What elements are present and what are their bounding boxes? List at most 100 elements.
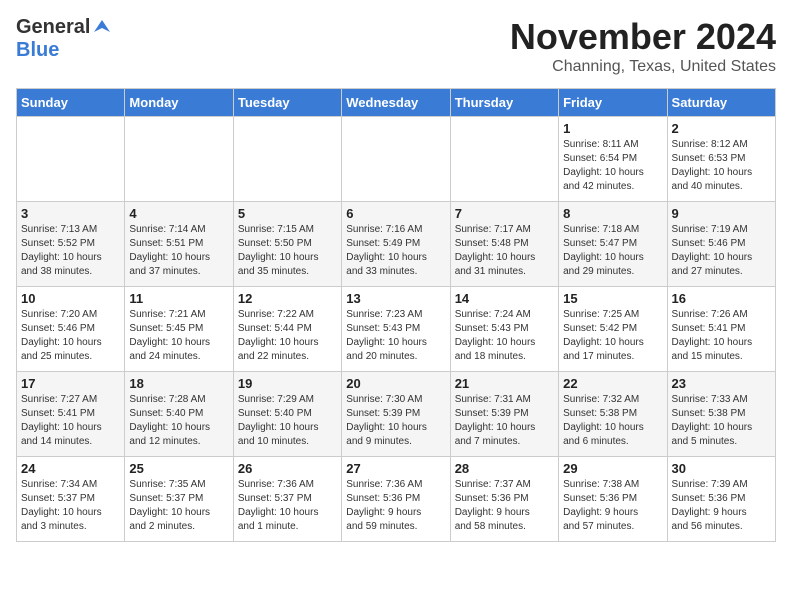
calendar-cell: 22 Sunrise: 7:32 AM Sunset: 5:38 PM Dayli… <box>559 372 667 457</box>
calendar-cell <box>450 117 558 202</box>
day-number: 28 <box>455 461 554 476</box>
calendar-cell: 23Sunrise: 7:33 AM Sunset: 5:38 PM Dayli… <box>667 372 775 457</box>
calendar-cell: 19 Sunrise: 7:29 AM Sunset: 5:40 PM Dayli… <box>233 372 341 457</box>
day-info: Sunrise: 7:18 AM Sunset: 5:47 PM Dayligh… <box>563 223 662 279</box>
calendar-week-row: 24 Sunrise: 7:34 AM Sunset: 5:37 PM Dayli… <box>17 457 776 542</box>
day-number: 16 <box>672 291 771 306</box>
calendar-cell: 21 Sunrise: 7:31 AM Sunset: 5:39 PM Dayli… <box>450 372 558 457</box>
calendar-cell: 18 Sunrise: 7:28 AM Sunset: 5:40 PM Dayli… <box>125 372 233 457</box>
day-info: Sunrise: 7:28 AM Sunset: 5:40 PM Dayligh… <box>129 393 228 449</box>
day-info: Sunrise: 7:36 AM Sunset: 5:36 PM Dayligh… <box>346 478 445 534</box>
weekday-header-friday: Friday <box>559 89 667 117</box>
day-number: 1 <box>563 121 662 136</box>
calendar-cell: 14 Sunrise: 7:24 AM Sunset: 5:43 PM Dayli… <box>450 287 558 372</box>
day-info: Sunrise: 7:23 AM Sunset: 5:43 PM Dayligh… <box>346 308 445 364</box>
day-info: Sunrise: 7:14 AM Sunset: 5:51 PM Dayligh… <box>129 223 228 279</box>
day-info: Sunrise: 7:15 AM Sunset: 5:50 PM Dayligh… <box>238 223 337 279</box>
calendar-cell: 15Sunrise: 7:25 AM Sunset: 5:42 PM Dayli… <box>559 287 667 372</box>
weekday-header-sunday: Sunday <box>17 89 125 117</box>
day-info: Sunrise: 7:34 AM Sunset: 5:37 PM Dayligh… <box>21 478 120 534</box>
day-info: Sunrise: 7:20 AM Sunset: 5:46 PM Dayligh… <box>21 308 120 364</box>
calendar-week-row: 1 Sunrise: 8:11 AM Sunset: 6:54 PM Daylig… <box>17 117 776 202</box>
header: General Blue November 2024 Channing, Tex… <box>16 16 776 76</box>
day-number: 5 <box>238 206 337 221</box>
day-info: Sunrise: 7:26 AM Sunset: 5:41 PM Dayligh… <box>672 308 771 364</box>
location-title: Channing, Texas, United States <box>510 58 776 76</box>
day-info: Sunrise: 7:24 AM Sunset: 5:43 PM Dayligh… <box>455 308 554 364</box>
day-info: Sunrise: 7:27 AM Sunset: 5:41 PM Dayligh… <box>21 393 120 449</box>
calendar-cell: 11Sunrise: 7:21 AM Sunset: 5:45 PM Dayli… <box>125 287 233 372</box>
calendar-cell: 29 Sunrise: 7:38 AM Sunset: 5:36 PM Dayli… <box>559 457 667 542</box>
day-number: 14 <box>455 291 554 306</box>
day-info: Sunrise: 7:33 AM Sunset: 5:38 PM Dayligh… <box>672 393 771 449</box>
day-info: Sunrise: 8:11 AM Sunset: 6:54 PM Dayligh… <box>563 138 662 194</box>
day-number: 8 <box>563 206 662 221</box>
calendar-cell: 2Sunrise: 8:12 AM Sunset: 6:53 PM Daylig… <box>667 117 775 202</box>
day-number: 18 <box>129 376 228 391</box>
calendar-cell: 16 Sunrise: 7:26 AM Sunset: 5:41 PM Dayli… <box>667 287 775 372</box>
day-info: Sunrise: 7:31 AM Sunset: 5:39 PM Dayligh… <box>455 393 554 449</box>
day-number: 3 <box>21 206 120 221</box>
day-number: 27 <box>346 461 445 476</box>
day-number: 10 <box>21 291 120 306</box>
weekday-header-thursday: Thursday <box>450 89 558 117</box>
day-number: 22 <box>563 376 662 391</box>
calendar-cell: 7Sunrise: 7:17 AM Sunset: 5:48 PM Daylig… <box>450 202 558 287</box>
calendar-cell: 25 Sunrise: 7:35 AM Sunset: 5:37 PM Dayli… <box>125 457 233 542</box>
day-info: Sunrise: 7:35 AM Sunset: 5:37 PM Dayligh… <box>129 478 228 534</box>
day-info: Sunrise: 7:16 AM Sunset: 5:49 PM Dayligh… <box>346 223 445 279</box>
calendar-week-row: 17 Sunrise: 7:27 AM Sunset: 5:41 PM Dayli… <box>17 372 776 457</box>
day-number: 19 <box>238 376 337 391</box>
calendar-cell: 30Sunrise: 7:39 AM Sunset: 5:36 PM Dayli… <box>667 457 775 542</box>
day-number: 26 <box>238 461 337 476</box>
day-info: Sunrise: 7:17 AM Sunset: 5:48 PM Dayligh… <box>455 223 554 279</box>
day-number: 13 <box>346 291 445 306</box>
day-number: 24 <box>21 461 120 476</box>
calendar-cell: 5 Sunrise: 7:15 AM Sunset: 5:50 PM Daylig… <box>233 202 341 287</box>
day-number: 4 <box>129 206 228 221</box>
day-info: Sunrise: 7:37 AM Sunset: 5:36 PM Dayligh… <box>455 478 554 534</box>
day-info: Sunrise: 7:29 AM Sunset: 5:40 PM Dayligh… <box>238 393 337 449</box>
day-info: Sunrise: 7:36 AM Sunset: 5:37 PM Dayligh… <box>238 478 337 534</box>
calendar-cell: 12Sunrise: 7:22 AM Sunset: 5:44 PM Dayli… <box>233 287 341 372</box>
day-number: 9 <box>672 206 771 221</box>
weekday-header-saturday: Saturday <box>667 89 775 117</box>
calendar-cell: 4 Sunrise: 7:14 AM Sunset: 5:51 PM Daylig… <box>125 202 233 287</box>
calendar-cell: 1 Sunrise: 8:11 AM Sunset: 6:54 PM Daylig… <box>559 117 667 202</box>
logo-bird-icon <box>92 18 112 38</box>
day-number: 17 <box>21 376 120 391</box>
calendar-cell: 13 Sunrise: 7:23 AM Sunset: 5:43 PM Dayli… <box>342 287 450 372</box>
day-number: 25 <box>129 461 228 476</box>
calendar-week-row: 10 Sunrise: 7:20 AM Sunset: 5:46 PM Dayli… <box>17 287 776 372</box>
day-number: 12 <box>238 291 337 306</box>
day-info: Sunrise: 7:38 AM Sunset: 5:36 PM Dayligh… <box>563 478 662 534</box>
calendar-cell: 10 Sunrise: 7:20 AM Sunset: 5:46 PM Dayli… <box>17 287 125 372</box>
logo-general-text: General <box>16 16 90 39</box>
logo: General Blue <box>16 16 112 62</box>
day-info: Sunrise: 7:25 AM Sunset: 5:42 PM Dayligh… <box>563 308 662 364</box>
day-info: Sunrise: 7:30 AM Sunset: 5:39 PM Dayligh… <box>346 393 445 449</box>
day-number: 6 <box>346 206 445 221</box>
calendar-cell: 8 Sunrise: 7:18 AM Sunset: 5:47 PM Daylig… <box>559 202 667 287</box>
calendar-cell <box>17 117 125 202</box>
calendar-week-row: 3Sunrise: 7:13 AM Sunset: 5:52 PM Daylig… <box>17 202 776 287</box>
weekday-header-wednesday: Wednesday <box>342 89 450 117</box>
day-info: Sunrise: 7:32 AM Sunset: 5:38 PM Dayligh… <box>563 393 662 449</box>
weekday-header-tuesday: Tuesday <box>233 89 341 117</box>
day-number: 21 <box>455 376 554 391</box>
weekday-header-row: SundayMondayTuesdayWednesdayThursdayFrid… <box>17 89 776 117</box>
title-section: November 2024 Channing, Texas, United St… <box>510 16 776 76</box>
calendar-cell: 26 Sunrise: 7:36 AM Sunset: 5:37 PM Dayli… <box>233 457 341 542</box>
day-number: 29 <box>563 461 662 476</box>
day-info: Sunrise: 7:39 AM Sunset: 5:36 PM Dayligh… <box>672 478 771 534</box>
calendar-table: SundayMondayTuesdayWednesdayThursdayFrid… <box>16 88 776 542</box>
calendar-cell: 27 Sunrise: 7:36 AM Sunset: 5:36 PM Dayli… <box>342 457 450 542</box>
calendar-cell: 20Sunrise: 7:30 AM Sunset: 5:39 PM Dayli… <box>342 372 450 457</box>
calendar-cell: 28 Sunrise: 7:37 AM Sunset: 5:36 PM Dayli… <box>450 457 558 542</box>
calendar-cell: 9 Sunrise: 7:19 AM Sunset: 5:46 PM Daylig… <box>667 202 775 287</box>
day-info: Sunrise: 8:12 AM Sunset: 6:53 PM Dayligh… <box>672 138 771 194</box>
day-number: 11 <box>129 291 228 306</box>
logo-blue-text: Blue <box>16 39 59 61</box>
day-info: Sunrise: 7:19 AM Sunset: 5:46 PM Dayligh… <box>672 223 771 279</box>
calendar-cell: 17 Sunrise: 7:27 AM Sunset: 5:41 PM Dayli… <box>17 372 125 457</box>
